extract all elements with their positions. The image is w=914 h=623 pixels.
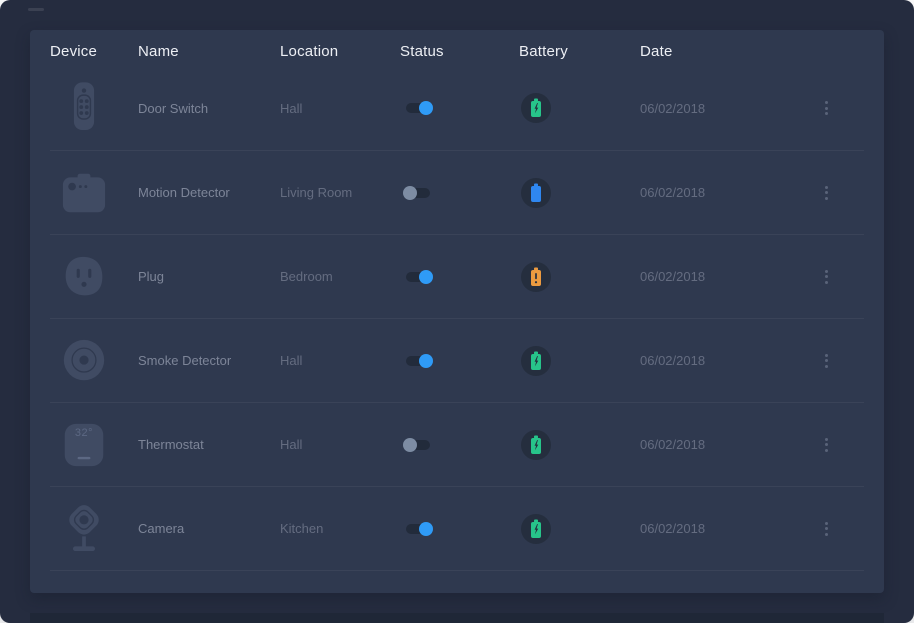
status-toggle[interactable] bbox=[406, 356, 430, 366]
titlebar-dash bbox=[28, 8, 44, 11]
row-menu-button[interactable] bbox=[816, 433, 836, 457]
door-switch-icon bbox=[62, 78, 106, 138]
kebab-dot bbox=[825, 112, 828, 115]
status-toggle[interactable] bbox=[406, 188, 430, 198]
status-toggle[interactable] bbox=[406, 103, 430, 113]
page: Device Name Location Status Battery Date… bbox=[0, 0, 914, 623]
table-row: Plug Bedroom 06/02/2018 bbox=[50, 234, 864, 318]
kebab-dot bbox=[825, 527, 828, 530]
column-header-date: Date bbox=[640, 43, 816, 60]
camera-icon bbox=[62, 499, 106, 559]
smoke-detector-icon bbox=[62, 331, 106, 391]
device-name: Camera bbox=[138, 521, 280, 536]
table-body: Door Switch Hall 06/02/2018 Motion Detec… bbox=[50, 66, 864, 570]
kebab-dot bbox=[825, 197, 828, 200]
row-menu-button[interactable] bbox=[816, 96, 836, 120]
motion-detector-icon bbox=[62, 163, 106, 223]
kebab-dot bbox=[825, 449, 828, 452]
row-menu-button[interactable] bbox=[816, 265, 836, 289]
device-date: 06/02/2018 bbox=[640, 521, 816, 536]
row-menu-button[interactable] bbox=[816, 517, 836, 541]
kebab-dot bbox=[825, 438, 828, 441]
kebab-dot bbox=[825, 443, 828, 446]
device-location: Bedroom bbox=[280, 269, 400, 284]
device-location: Kitchen bbox=[280, 521, 400, 536]
battery-icon bbox=[521, 430, 551, 460]
kebab-dot bbox=[825, 101, 828, 104]
table-row: Motion Detector Living Room 06/02/2018 bbox=[50, 150, 864, 234]
table-row: Smoke Detector Hall 06/02/2018 bbox=[50, 318, 864, 402]
kebab-dot bbox=[825, 359, 828, 362]
column-header-battery: Battery bbox=[519, 43, 640, 60]
device-name: Thermostat bbox=[138, 437, 280, 452]
window-titlebar bbox=[0, 0, 914, 30]
column-header-status: Status bbox=[400, 43, 519, 60]
battery-icon bbox=[521, 262, 551, 292]
column-header-name: Name bbox=[138, 43, 280, 60]
thermostat-icon bbox=[62, 415, 106, 475]
kebab-dot bbox=[825, 522, 828, 525]
row-menu-button[interactable] bbox=[816, 349, 836, 373]
status-toggle[interactable] bbox=[406, 440, 430, 450]
device-date: 06/02/2018 bbox=[640, 185, 816, 200]
device-name: Motion Detector bbox=[138, 185, 280, 200]
device-name: Plug bbox=[138, 269, 280, 284]
kebab-dot bbox=[825, 365, 828, 368]
status-toggle[interactable] bbox=[406, 524, 430, 534]
kebab-dot bbox=[825, 186, 828, 189]
kebab-dot bbox=[825, 275, 828, 278]
row-menu-button[interactable] bbox=[816, 181, 836, 205]
column-header-location: Location bbox=[280, 43, 400, 60]
device-location: Hall bbox=[280, 101, 400, 116]
battery-icon bbox=[521, 514, 551, 544]
battery-icon bbox=[521, 93, 551, 123]
device-location: Hall bbox=[280, 353, 400, 368]
bottom-bar bbox=[30, 613, 884, 623]
plug-icon bbox=[62, 247, 106, 307]
device-name: Smoke Detector bbox=[138, 353, 280, 368]
kebab-dot bbox=[825, 191, 828, 194]
device-date: 06/02/2018 bbox=[640, 101, 816, 116]
kebab-dot bbox=[825, 533, 828, 536]
column-header-device: Device bbox=[50, 43, 138, 60]
battery-icon bbox=[521, 346, 551, 376]
device-date: 06/02/2018 bbox=[640, 269, 816, 284]
battery-icon bbox=[521, 178, 551, 208]
device-name: Door Switch bbox=[138, 101, 280, 116]
kebab-dot bbox=[825, 270, 828, 273]
device-table: Device Name Location Status Battery Date… bbox=[30, 30, 884, 593]
status-toggle[interactable] bbox=[406, 272, 430, 282]
kebab-dot bbox=[825, 107, 828, 110]
table-row: Camera Kitchen 06/02/2018 bbox=[50, 486, 864, 570]
device-location: Living Room bbox=[280, 185, 400, 200]
device-date: 06/02/2018 bbox=[640, 437, 816, 452]
table-row: 32° Thermostat Hall 06/02/2018 bbox=[50, 402, 864, 486]
thermostat-temp-label: 32° bbox=[62, 427, 106, 439]
kebab-dot bbox=[825, 354, 828, 357]
app-window: Device Name Location Status Battery Date… bbox=[0, 0, 914, 623]
device-date: 06/02/2018 bbox=[640, 353, 816, 368]
table-header: Device Name Location Status Battery Date bbox=[50, 30, 864, 66]
table-footer-spacer bbox=[50, 570, 864, 592]
kebab-dot bbox=[825, 281, 828, 284]
table-row: Door Switch Hall 06/02/2018 bbox=[50, 66, 864, 150]
device-location: Hall bbox=[280, 437, 400, 452]
